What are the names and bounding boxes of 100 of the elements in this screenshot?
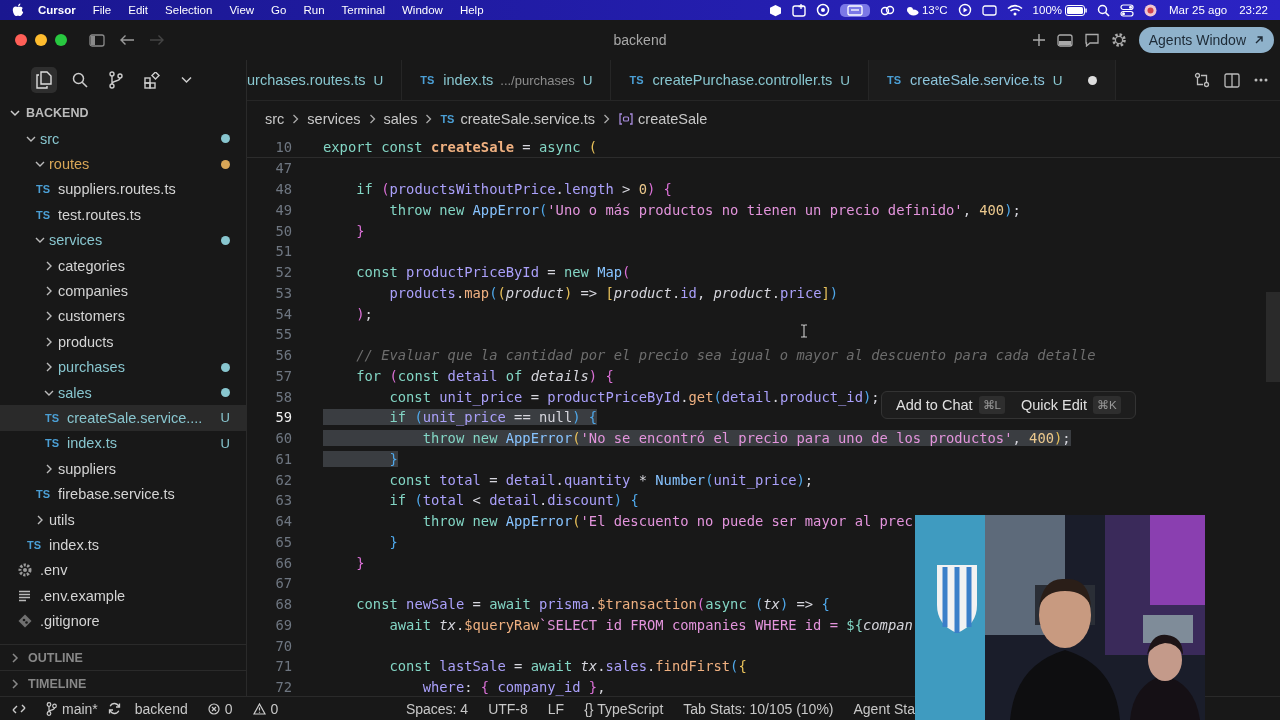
extensions-icon[interactable] [144, 71, 161, 89]
compare-icon[interactable] [1194, 72, 1210, 88]
tree-item[interactable]: categories [0, 252, 246, 279]
status-item[interactable]: Agent Sta [853, 700, 915, 717]
tree-item[interactable]: companies [0, 278, 246, 304]
status-item[interactable]: LF [547, 700, 565, 717]
status-item[interactable]: UTF-8 [488, 700, 528, 717]
line-number: 70 [274, 637, 293, 654]
breadcrumb-item[interactable]: createSale [638, 111, 708, 127]
menu-item[interactable]: Window [402, 4, 443, 16]
tree-item[interactable]: TS index.ts [0, 532, 246, 558]
menu-item[interactable]: Selection [165, 4, 213, 16]
tree-item[interactable]: customers [0, 303, 246, 330]
panel-layout-icon[interactable] [1056, 33, 1073, 47]
zoom-window-button[interactable] [55, 34, 67, 46]
breadcrumb-item[interactable]: sales [383, 111, 418, 127]
explorer-section-header[interactable]: BACKEND [0, 100, 246, 126]
chat-icon[interactable] [1083, 33, 1100, 47]
screen-icon[interactable] [839, 3, 870, 17]
rectangle-icon[interactable] [981, 4, 997, 16]
app-menu[interactable]: Cursor [38, 4, 76, 16]
cube-icon[interactable] [768, 3, 782, 17]
editor-tab[interactable]: TS index.ts .../purchases U [402, 60, 612, 100]
search-icon[interactable] [1097, 3, 1111, 17]
tree-item[interactable]: TS createSale.service.... U [0, 405, 246, 431]
tree-item[interactable]: services [0, 227, 246, 253]
tree-item[interactable]: purchases [0, 354, 246, 380]
breadcrumb-item[interactable]: src [265, 111, 285, 127]
panel-section-header[interactable]: TIMELINE [0, 670, 246, 696]
status-item[interactable]: Tab Stats: 10/105 (10%) [683, 700, 834, 717]
menu-item[interactable]: Run [303, 4, 325, 16]
wifi-icon[interactable] [1006, 4, 1023, 16]
window-icon[interactable] [791, 3, 806, 17]
settings-icon[interactable] [1110, 32, 1127, 48]
sync-icon[interactable] [107, 702, 121, 715]
link-icon[interactable] [879, 3, 895, 17]
menu-item[interactable]: Edit [128, 4, 149, 16]
tree-item[interactable]: TS test.routes.ts [0, 202, 246, 228]
record-icon[interactable] [1144, 3, 1158, 17]
menubar-clock[interactable]: 23:22 [1239, 4, 1268, 16]
menu-item[interactable]: Terminal [341, 4, 385, 16]
menubar-date[interactable]: Mar 25 ago [1169, 4, 1228, 16]
popup-action-button[interactable]: Add to Chat ⌘L [890, 396, 1011, 414]
popup-action-button[interactable]: Quick Edit ⌘K [1015, 396, 1127, 414]
toggles-icon[interactable] [1120, 3, 1135, 17]
battery-icon[interactable] [1065, 4, 1088, 16]
sidebar-toggle-icon[interactable] [89, 33, 105, 47]
editor-tab[interactable]: urchases.routes.ts U [247, 60, 403, 100]
tree-item[interactable]: utils [0, 506, 246, 533]
agents-window-button[interactable]: Agents Window [1138, 27, 1274, 53]
plus-icon[interactable] [1031, 33, 1046, 47]
more-icon[interactable] [1254, 78, 1268, 82]
line-number: 69 [274, 616, 293, 633]
back-arrow-icon[interactable] [119, 34, 135, 46]
split-editor-icon[interactable] [1224, 72, 1240, 88]
git-status-letter: U [220, 410, 230, 426]
warnings-status[interactable]: 0 [252, 700, 279, 717]
weather-temperature[interactable]: 13°C [921, 4, 948, 16]
files-icon[interactable] [31, 67, 57, 93]
menu-item[interactable]: File [92, 4, 112, 16]
search-icon[interactable] [72, 72, 88, 88]
tree-item[interactable]: .gitignore [0, 608, 246, 634]
tree-item[interactable]: TS firebase.service.ts [0, 481, 246, 507]
tree-item[interactable]: routes [0, 151, 246, 177]
errors-status[interactable]: 0 [207, 700, 233, 717]
chevron-right-icon [292, 114, 300, 124]
chevron-icon [10, 652, 20, 663]
close-window-button[interactable] [15, 34, 27, 46]
circle-icon[interactable] [815, 3, 830, 17]
menu-item[interactable]: Go [271, 4, 287, 16]
tree-item[interactable]: .env.example [0, 583, 246, 609]
status-item[interactable]: {} TypeScript [584, 700, 664, 717]
chevron-icon [10, 108, 20, 118]
code-line: const lastSale = await tx.sales.findFirst({ [388, 658, 747, 675]
chevron-down-icon[interactable] [181, 76, 192, 84]
code-line: throw new AppError('Uno o más productos no tienen un precio definido', 400); [388, 201, 1021, 218]
tree-item[interactable]: TS index.ts U [0, 430, 246, 457]
status-item[interactable]: Spaces: 4 [405, 700, 469, 717]
cloud-icon[interactable] [904, 4, 919, 16]
tree-item[interactable]: suppliers [0, 456, 246, 482]
apple-logo-icon[interactable] [12, 3, 24, 17]
code-line: products.map((product) => [product.id, product.price]) [388, 284, 839, 301]
tree-item[interactable]: TS suppliers.routes.ts [0, 176, 246, 203]
editor-tab[interactable]: TS createSale.service.ts U [869, 60, 1117, 100]
breadcrumb-item[interactable]: createSale.service.ts [460, 111, 596, 127]
menu-item[interactable]: View [229, 4, 255, 16]
workspace-status[interactable]: backend [134, 700, 188, 717]
tree-item[interactable]: .env [0, 557, 246, 584]
panel-section-header[interactable]: OUTLINE [0, 644, 246, 670]
tree-item[interactable]: src [0, 126, 246, 152]
battery-percentage[interactable]: 100% [1032, 4, 1063, 16]
breadcrumb-item[interactable]: services [307, 111, 361, 127]
play-circle-icon[interactable] [957, 3, 972, 17]
minimize-window-button[interactable] [35, 34, 47, 46]
branch-icon[interactable] [108, 71, 124, 89]
menu-item[interactable]: Help [459, 4, 484, 16]
tree-item[interactable]: products [0, 329, 246, 355]
tree-item[interactable]: sales [0, 379, 246, 406]
line-number: 62 [274, 471, 293, 488]
branch-status[interactable]: main* [46, 700, 98, 717]
